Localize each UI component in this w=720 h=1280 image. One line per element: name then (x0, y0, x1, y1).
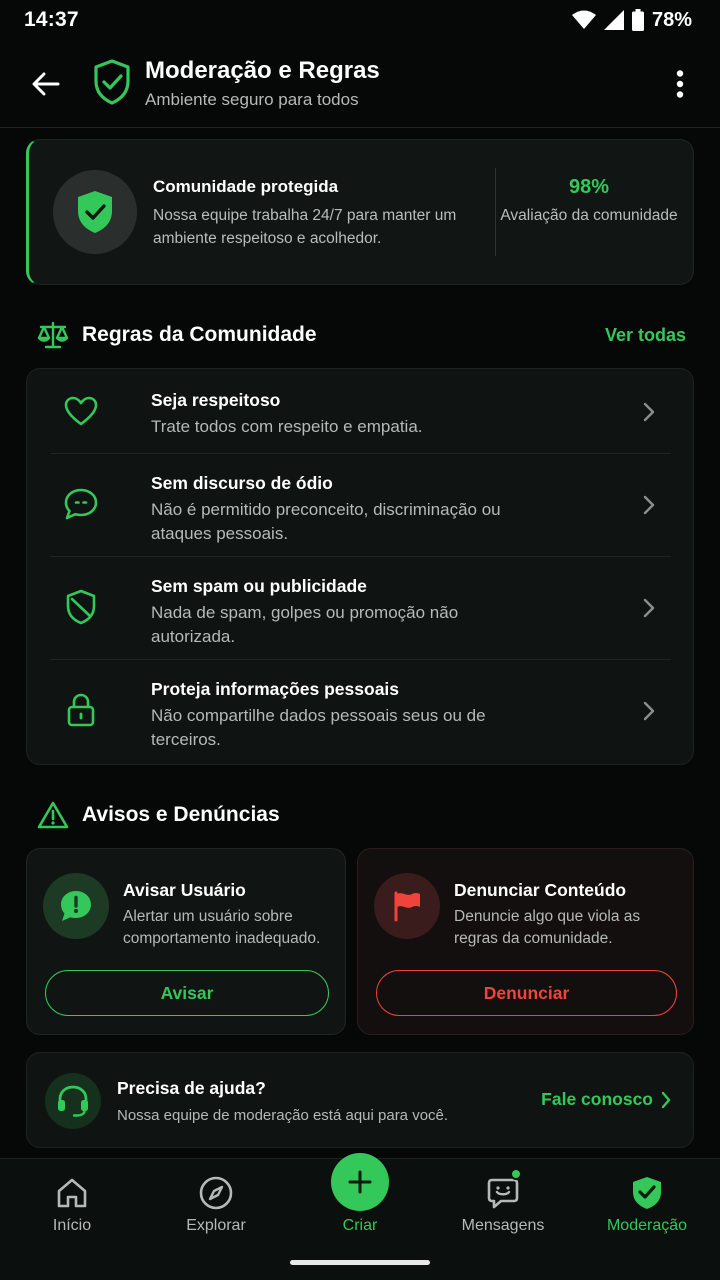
report-icon-container (374, 873, 440, 939)
warn-description: Alertar um usuário sobre comportamento i… (123, 908, 321, 947)
flag-icon (394, 891, 420, 922)
rule-title: Sem spam ou publicidade (151, 576, 367, 596)
nav-label: Moderação (606, 1217, 688, 1234)
chevron-right-icon (637, 596, 661, 620)
shield-off-icon (61, 587, 101, 627)
plus-icon (348, 1170, 372, 1194)
home-indicator[interactable] (290, 1260, 430, 1265)
status-bar: 14:37 78% (0, 0, 720, 40)
rules-section-header: Regras da Comunidade Ver todas (36, 315, 686, 355)
warning-triangle-icon (36, 798, 70, 832)
nav-label: Início (52, 1217, 92, 1234)
warn-button[interactable]: Avisar (45, 970, 329, 1016)
status-time: 14:37 (24, 8, 79, 31)
status-icons: 78% (571, 8, 692, 32)
community-rating: 98% Avaliação da comunidade (499, 174, 679, 227)
nav-item-explore[interactable]: Explorar (151, 1159, 281, 1259)
rule-item-no-spam[interactable]: Sem spam ou publicidade Nada de spam, go… (51, 557, 671, 659)
rating-label: Avaliação da comunidade (500, 207, 678, 224)
report-button[interactable]: Denunciar (376, 970, 677, 1016)
rule-description: Nada de spam, golpes ou promoção não aut… (151, 603, 459, 646)
page-title: Moderação e Regras (145, 57, 380, 84)
notification-dot (510, 1168, 522, 1180)
create-button[interactable] (331, 1153, 389, 1211)
message-ban-icon (61, 484, 101, 524)
create-label[interactable]: Criar (310, 1217, 410, 1235)
rule-item-protect-info[interactable]: Proteja informações pessoais Não compart… (51, 660, 671, 764)
warn-user-card: Avisar Usuário Alertar um usuário sobre … (26, 848, 346, 1035)
wifi-icon (571, 10, 596, 29)
chevron-right-icon (637, 699, 661, 723)
help-description: Nossa equipe de moderação está aqui para… (117, 1107, 449, 1124)
contact-us-label: Fale conosco (541, 1089, 653, 1109)
report-description: Denuncie algo que viola as regras da com… (454, 908, 641, 947)
chevron-right-icon (637, 400, 661, 424)
rule-description: Trate todos com respeito e empatia. (151, 417, 423, 436)
community-protected-card: Comunidade protegida Nossa equipe trabal… (26, 139, 694, 285)
hero-title: Comunidade protegida (153, 177, 339, 196)
page-subtitle: Ambiente seguro para todos (145, 90, 359, 109)
rule-item-respect[interactable]: Seja respeitoso Trate todos com respeito… (51, 369, 671, 453)
nav-label: Explorar (186, 1217, 246, 1234)
alert-message-icon (61, 891, 91, 921)
chevron-right-icon (661, 1091, 671, 1108)
nav-label: Mensagens (461, 1217, 545, 1234)
report-title: Denunciar Conteúdo (454, 880, 627, 900)
compass-icon (196, 1173, 236, 1213)
back-button[interactable] (24, 62, 68, 106)
headset-icon (58, 1085, 88, 1117)
app-titles: Moderação e Regras Ambiente seguro para … (145, 56, 380, 112)
help-icon-container (45, 1073, 101, 1129)
heart-icon (61, 391, 101, 431)
scale-icon (36, 318, 70, 352)
chevron-right-icon (637, 493, 661, 517)
shield-check-icon (627, 1173, 667, 1213)
alerts-section-title: Avisos e Denúncias (82, 803, 280, 826)
contact-us-link[interactable]: Fale conosco (541, 1089, 671, 1110)
lock-icon (61, 690, 101, 730)
battery-percent: 78% (651, 8, 692, 31)
rule-title: Sem discurso de ódio (151, 473, 333, 493)
nav-item-moderation[interactable]: Moderação (582, 1159, 712, 1259)
warn-title: Avisar Usuário (123, 880, 246, 900)
alerts-section-header: Avisos e Denúncias (36, 795, 686, 835)
nav-item-home[interactable]: Início (7, 1159, 137, 1259)
hero-divider (495, 168, 496, 256)
rule-description: Não compartilhe dados pessoais seus ou d… (151, 706, 486, 749)
home-icon (52, 1173, 92, 1213)
battery-icon (631, 9, 644, 31)
rule-item-no-hate-speech[interactable]: Sem discurso de ódio Não é permitido pre… (51, 454, 671, 556)
hero-text: Comunidade protegida Nossa equipe trabal… (153, 176, 473, 250)
help-card[interactable]: Precisa de ajuda? Nossa equipe de modera… (26, 1052, 694, 1148)
more-vertical-icon (676, 70, 684, 98)
nav-item-messages[interactable]: Mensagens (438, 1159, 568, 1259)
hero-icon-container (53, 170, 137, 254)
warn-icon-container (43, 873, 109, 939)
app-bar: Moderação e Regras Ambiente seguro para … (0, 40, 720, 128)
shield-check-filled-icon (78, 191, 112, 233)
report-content-card: Denunciar Conteúdo Denuncie algo que vio… (357, 848, 694, 1035)
arrow-left-icon (32, 72, 60, 96)
rating-value: 98% (568, 176, 610, 198)
signal-icon (603, 10, 624, 30)
rule-title: Proteja informações pessoais (151, 679, 400, 699)
rule-description: Não é permitido preconceito, discriminaç… (151, 500, 501, 543)
rule-title: Seja respeitoso (151, 390, 281, 410)
more-options-button[interactable] (662, 62, 698, 106)
rules-list: Seja respeitoso Trate todos com respeito… (26, 368, 694, 765)
see-all-link[interactable]: Ver todas (605, 325, 686, 346)
rules-section-title: Regras da Comunidade (82, 323, 317, 346)
help-title: Precisa de ajuda? (117, 1078, 266, 1098)
hero-description: Nossa equipe trabalha 24/7 para manter u… (153, 207, 457, 247)
shield-check-icon (94, 59, 130, 105)
